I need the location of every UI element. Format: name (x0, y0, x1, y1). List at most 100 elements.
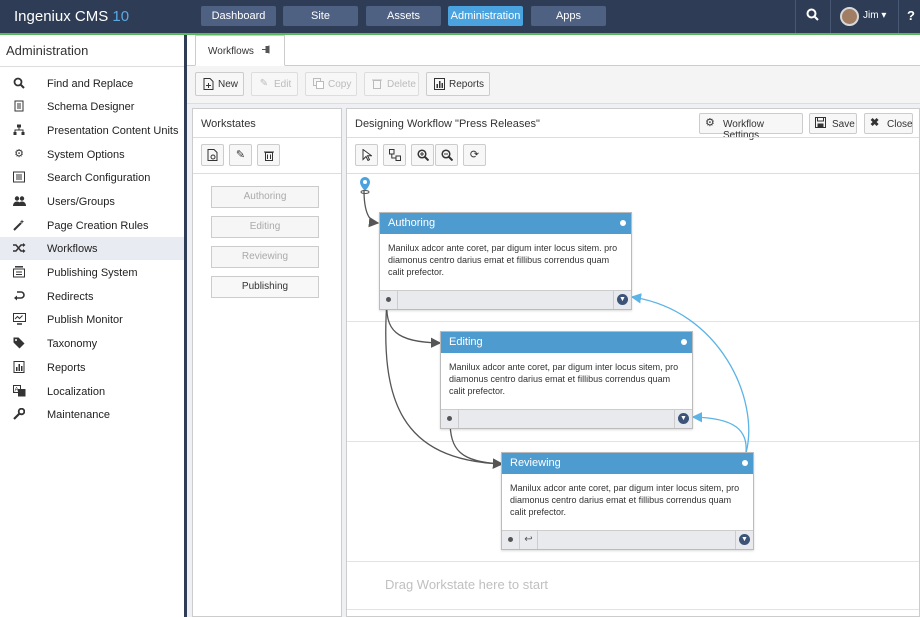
workstate-item-publishing[interactable]: Publishing (211, 276, 319, 298)
shuffle-icon (12, 242, 26, 255)
tab-label: Workflows (208, 46, 254, 57)
sidebar-item-publish-monitor[interactable]: Publish Monitor (0, 308, 184, 331)
sidebar-item-system-options[interactable]: ⚙ System Options (0, 143, 184, 166)
sidebar-item-search-configuration[interactable]: Search Configuration (0, 166, 184, 189)
divider (0, 66, 184, 67)
new-document-icon (202, 78, 214, 90)
top-bar: Ingeniux CMS 10 Dashboard Site Assets Ad… (0, 0, 920, 33)
monitor-icon (12, 313, 26, 326)
close-button[interactable]: ✖ Close (864, 113, 913, 134)
wand-icon (12, 219, 26, 232)
reports-button[interactable]: Reports (426, 72, 490, 96)
nav-assets[interactable]: Assets (366, 6, 441, 26)
sidebar-item-users-groups[interactable]: Users/Groups (0, 190, 184, 213)
node-header[interactable]: Reviewing (502, 453, 753, 474)
sidebar-item-workflows[interactable]: Workflows (0, 237, 184, 260)
connection-port[interactable] (742, 460, 748, 466)
designer-title: Designing Workflow "Press Releases" (355, 118, 540, 130)
sidebar-item-redirects[interactable]: Redirects (0, 285, 184, 308)
app-logo[interactable]: Ingeniux CMS 10 (14, 8, 129, 25)
sidebar-item-find-and-replace[interactable]: Find and Replace (0, 72, 184, 95)
chevron-down-icon: ▼ (739, 534, 750, 545)
zoom-out-button[interactable] (435, 144, 458, 166)
node-description: Manilux adcor ante coret, par digum inte… (449, 362, 679, 396)
node-footer: ▼ (380, 290, 631, 309)
outgoing-port[interactable] (502, 531, 520, 549)
expand-button[interactable]: ▼ (735, 531, 753, 549)
delete-workstate-button[interactable] (257, 144, 280, 166)
refresh-button[interactable]: ⟳ (463, 144, 486, 166)
node-header[interactable]: Authoring (380, 213, 631, 234)
port-dot (386, 297, 391, 302)
tab-workflows[interactable]: Workflows (195, 35, 285, 66)
node-description: Manilux adcor ante coret, par digum inte… (388, 243, 618, 277)
edit-icon: ✎ (259, 78, 269, 89)
workflow-settings-button[interactable]: ⚙ Workflow Settings (699, 113, 803, 141)
edit-label: Edit (274, 79, 292, 90)
delete-button[interactable]: Delete (364, 72, 419, 96)
node-description: Manilux adcor ante coret, par digum inte… (510, 483, 740, 517)
report-icon (12, 361, 26, 374)
sidebar-item-label: Redirects (47, 291, 94, 303)
trash-icon (263, 151, 274, 161)
edit-button[interactable]: ✎ Edit (251, 72, 298, 96)
edit-workstate-button[interactable]: ✎ (229, 144, 252, 166)
outgoing-port[interactable] (380, 291, 398, 309)
workstate-item-editing[interactable]: Editing (211, 216, 319, 238)
pointer-tool-button[interactable] (355, 144, 378, 166)
outgoing-port[interactable] (441, 410, 459, 428)
nav-site[interactable]: Site (283, 6, 358, 26)
gears-icon: ⚙ (705, 117, 715, 129)
nav-dashboard[interactable]: Dashboard (201, 6, 276, 26)
sidebar-item-label: System Options (47, 149, 125, 161)
workstate-item-reviewing[interactable]: Reviewing (211, 246, 319, 268)
workstate-item-authoring[interactable]: Authoring (211, 186, 319, 208)
drop-zone-hint[interactable]: Drag Workstate here to start (385, 577, 548, 592)
copy-icon (312, 78, 324, 90)
workstate-node-authoring[interactable]: Authoring Manilux adcor ante coret, par … (379, 212, 632, 310)
avatar[interactable] (840, 7, 859, 26)
sidebar-item-presentation-content-units[interactable]: Presentation Content Units (0, 119, 184, 142)
sidebar-item-maintenance[interactable]: Maintenance (0, 403, 184, 426)
sidebar-item-localization[interactable]: A Localization (0, 380, 184, 403)
node-header[interactable]: Editing (441, 332, 692, 353)
add-workstate-button[interactable] (201, 144, 224, 166)
node-footer: ↩ ▼ (502, 530, 753, 549)
expand-button[interactable]: ▼ (613, 291, 631, 309)
app-name: Ingeniux CMS (14, 8, 109, 25)
sidebar-item-label: Reports (47, 362, 86, 374)
connect-tool-button[interactable] (383, 144, 406, 166)
workstate-node-reviewing[interactable]: Reviewing Manilux adcor ante coret, par … (501, 452, 754, 550)
sidebar-item-page-creation-rules[interactable]: Page Creation Rules (0, 214, 184, 237)
zoom-in-button[interactable] (411, 144, 434, 166)
nav-apps[interactable]: Apps (531, 6, 606, 26)
save-button[interactable]: Save (809, 113, 857, 134)
nav-administration[interactable]: Administration (448, 6, 523, 26)
connection-port[interactable] (620, 220, 626, 226)
main-toolbar: New ✎ Edit Copy Delete Reports (187, 66, 920, 104)
chevron-down-icon: ▼ (617, 294, 628, 305)
delete-label: Delete (387, 79, 416, 90)
search-icon[interactable] (806, 8, 819, 24)
expand-button[interactable]: ▼ (674, 410, 692, 428)
sidebar-item-reports[interactable]: Reports (0, 356, 184, 379)
start-marker-icon[interactable] (358, 176, 372, 197)
sidebar-item-schema-designer[interactable]: Schema Designer (0, 95, 184, 118)
zoom-in-icon (416, 149, 429, 162)
separator (898, 0, 899, 33)
user-menu[interactable]: Jim ▾ (863, 10, 886, 21)
sidebar-item-taxonomy[interactable]: Taxonomy (0, 332, 184, 355)
loop-back-icon[interactable]: ↩ (520, 531, 538, 549)
connection-port[interactable] (681, 339, 687, 345)
new-button[interactable]: New (195, 72, 244, 96)
chevron-down-icon: ▼ (678, 413, 689, 424)
save-icon (815, 117, 826, 132)
divider (193, 173, 341, 174)
help-icon[interactable]: ? (907, 8, 915, 23)
sidebar-item-publishing-system[interactable]: Publishing System (0, 261, 184, 284)
sidebar-item-label: Find and Replace (47, 78, 134, 90)
copy-button[interactable]: Copy (305, 72, 357, 96)
workstate-node-editing[interactable]: Editing Manilux adcor ante coret, par di… (440, 331, 693, 429)
pin-icon[interactable] (262, 45, 273, 57)
user-name: Jim (863, 10, 879, 21)
